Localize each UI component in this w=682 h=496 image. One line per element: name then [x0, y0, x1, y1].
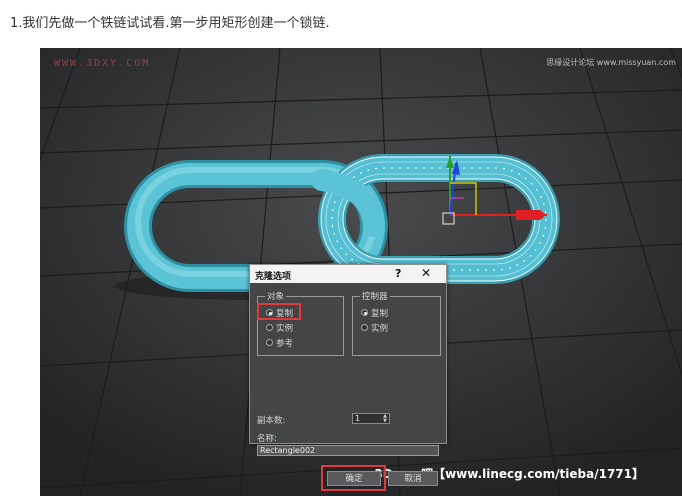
name-input[interactable]	[260, 446, 435, 455]
radio-dot	[361, 309, 368, 316]
radio-label: 复制	[371, 309, 389, 319]
spinner-arrows-icon[interactable]: ▲ ▼	[382, 414, 388, 424]
object-group-label: 对象	[265, 290, 287, 302]
dialog-title: 克隆选项	[255, 272, 292, 282]
3d-viewport[interactable]: WWW.3DXY.COM 思缘设计论坛 www.missyuan.com 3Dm…	[40, 48, 682, 496]
help-button[interactable]: ?	[395, 267, 401, 280]
radio-label: 参考	[276, 339, 294, 349]
radio-label: 实例	[276, 324, 294, 334]
radio-dot	[266, 339, 273, 346]
copies-spinner[interactable]: ▲▼	[352, 413, 390, 424]
name-label: 名称:	[257, 434, 277, 444]
radio-dot	[266, 324, 273, 331]
name-field[interactable]	[257, 445, 439, 456]
radio-label: 实例	[371, 324, 389, 334]
close-button[interactable]: ✕	[421, 266, 431, 280]
watermark-top-right: 思缘设计论坛 www.missyuan.com	[546, 58, 676, 67]
highlight-copy-option	[257, 303, 301, 320]
controller-group-label: 控制器	[360, 290, 390, 302]
cancel-button[interactable]: 取消	[388, 471, 438, 486]
radio-dot	[361, 324, 368, 331]
caption-text: 我们先做一个铁链试试看.第一步用矩形创建一个锁链.	[22, 16, 330, 31]
controller-group: 控制器 复制 实例	[352, 290, 441, 356]
copies-input[interactable]	[355, 414, 381, 423]
copies-label: 副本数:	[257, 416, 286, 426]
caption-number: 1.	[10, 16, 23, 31]
dialog-titlebar[interactable]: 克隆选项 ? ✕	[250, 265, 446, 283]
caption: 1.我们先做一个铁链试试看.第一步用矩形创建一个锁链.	[10, 12, 330, 31]
clone-options-dialog: 克隆选项 ? ✕ 对象 复制 实例 参考 控制器 复制 实例 副本数: 1 ▲ …	[249, 264, 447, 491]
highlight-ok-button	[321, 465, 386, 491]
watermark-top-left: WWW.3DXY.COM	[54, 58, 151, 69]
